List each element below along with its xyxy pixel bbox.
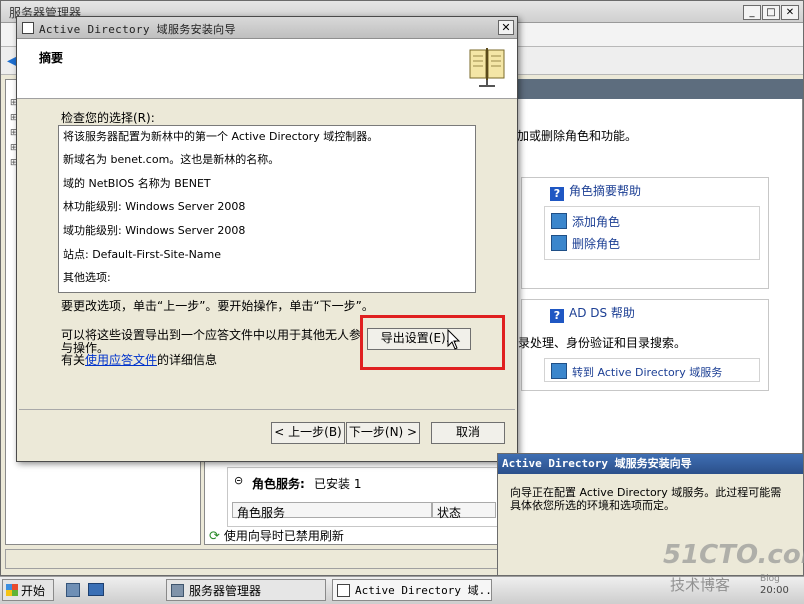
minimize-button[interactable]: _ [743,5,761,20]
role-services-panel: ⊝ 角色服务: 已安装 1 角色服务 状态 [227,467,499,527]
refresh-status: ⟳ 使用向导时已禁用刷新 [209,529,344,544]
role-header-strip [517,79,803,99]
watermark-logo: 51CTO.com [663,540,804,570]
summary-line: 将该服务器配置为新林中的第一个 Active Directory 域控制器。 [63,130,379,143]
quicklaunch-server-icon[interactable] [66,583,80,597]
close-button[interactable]: ✕ [781,5,799,20]
remove-role-icon [551,235,567,251]
role-services-label: 角色服务: [252,477,305,491]
answer-file-link[interactable]: 使用应答文件 [85,353,157,367]
watermark-blog: Blog [760,574,780,584]
goto-icon [551,363,567,379]
windows-logo-icon [6,584,18,596]
role-summary-help-link[interactable]: ? 角色摘要帮助 [550,182,641,201]
add-role-link[interactable]: 添加角色 [551,213,620,230]
wizard-heading: 摘要 [39,51,64,65]
summary-line: 林功能级别: Windows Server 2008 [63,200,246,213]
adds-help-link[interactable]: ? AD DS 帮助 [550,304,635,323]
footer-separator [19,409,515,410]
summary-line: 站点: Default-First-Site-Name [63,248,222,261]
adds-desc-text: 录处理、身份验证和目录搜索。 [518,336,687,350]
refresh-icon: ⟳ [209,529,220,544]
add-role-icon [551,213,567,229]
wizard-window-icon [22,22,34,34]
table-header-status[interactable]: 状态 [432,502,496,520]
wizard-close-button[interactable]: ✕ [498,20,514,35]
help-icon: ? [550,187,564,201]
role-services-status: 已安装 1 [314,477,362,491]
remove-role-link[interactable]: 删除角色 [551,235,620,252]
book-icon [469,48,505,87]
summary-line: 其他选项: [63,271,111,284]
quicklaunch-desktop-icon[interactable] [88,583,104,596]
mouse-cursor-icon [447,329,461,350]
maximize-button[interactable]: □ [762,5,780,20]
review-label: 检查您的选择(R): [61,111,155,125]
progress-window-title[interactable]: Active Directory 域服务安装向导 [498,454,803,474]
next-button[interactable]: 下一步(N) > [346,422,420,444]
role-summary-panel: ? 角色摘要帮助 添加角色 删除角色 [521,177,769,289]
help-icon: ? [550,309,564,323]
summary-textbox[interactable]: 将该服务器配置为新林中的第一个 Active Directory 域控制器。 新… [58,125,476,293]
taskbar-server-manager[interactable]: 服务器管理器 [166,579,326,601]
goto-adds-box: 转到 Active Directory 域服务 [544,358,760,382]
wizard-titlebar[interactable]: Active Directory 域服务安装向导 ✕ [17,17,517,39]
table-header-service[interactable]: 角色服务 [232,502,432,520]
collapse-icon[interactable]: ⊝ [234,474,243,487]
clock[interactable]: 20:00 [760,585,789,596]
wizard-title: Active Directory 域服务安装向导 [39,23,236,36]
adds-install-wizard-dialog: Active Directory 域服务安装向导 ✕ 摘要 检查您的选择(R):… [16,16,518,462]
goto-adds-link[interactable]: 转到 Active Directory 域服务 [551,363,722,380]
wizard-task-icon [337,584,350,597]
taskbar-adds-wizard[interactable]: Active Directory 域... [332,579,492,601]
server-manager-icon [171,584,184,597]
progress-message: 向导正在配置 Active Directory 域服务。此过程可能需 具体依您所… [510,486,782,512]
back-button[interactable]: < 上一步(B) [271,422,345,444]
more-info-line: 有关使用应答文件的详细信息 [61,353,218,367]
summary-line: 域功能级别: Windows Server 2008 [63,224,246,237]
summary-line: 域的 NetBIOS 名称为 BENET [63,177,211,190]
adds-panel: ? AD DS 帮助 录处理、身份验证和目录搜索。 转到 Active Direc… [518,299,769,391]
roles-desc-text: 加或删除角色和功能。 [517,129,638,143]
cancel-button[interactable]: 取消 [431,422,505,444]
role-actions-box: 添加角色 删除角色 [544,206,760,260]
instruction-text: 要更改选项，单击“上一步”。要开始操作，单击“下一步”。 [61,299,374,313]
start-button[interactable]: 开始 [2,579,54,601]
watermark-subtitle: 技术博客 [670,576,731,594]
wizard-header: 摘要 [17,39,517,99]
summary-line: 新域名为 benet.com。这也是新林的名称。 [63,153,280,166]
highlight-annotation [360,315,505,370]
